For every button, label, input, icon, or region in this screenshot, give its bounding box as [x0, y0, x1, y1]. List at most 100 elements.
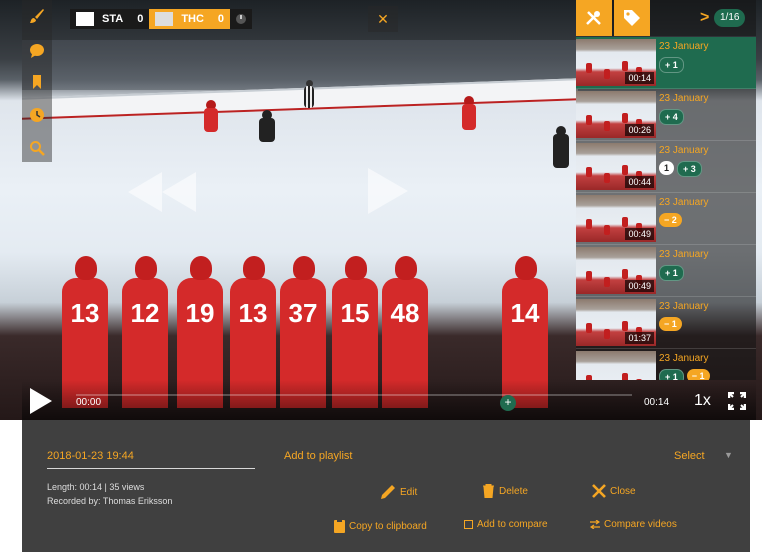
play-icon[interactable] — [30, 388, 52, 419]
clip-tags: − 2 — [659, 213, 682, 227]
clip-duration: 00:44 — [625, 176, 654, 188]
close-label: Close — [610, 485, 636, 497]
clip-item[interactable]: 00:14 23 January + 1 — [576, 37, 756, 89]
clip-info-panel: 2018-01-23 19:44 Length: 00:14 | 35 view… — [22, 420, 750, 552]
clip-thumbnail[interactable]: 00:49 — [576, 247, 656, 294]
clip-tags: 1 + 3 — [659, 161, 702, 177]
clip-date: 23 January — [659, 93, 709, 104]
close-icon — [592, 484, 606, 498]
edit-label: Edit — [400, 486, 418, 498]
delete-button[interactable]: Delete — [482, 484, 528, 498]
clip-tags: + 1− 1 — [659, 369, 710, 380]
tag-icon[interactable] — [614, 0, 650, 36]
video-player-app: 13 12 19 13 37 15 48 14 STA 0 THC 0 ✕ + … — [0, 0, 762, 552]
clips-header: > 1/16 — [576, 0, 756, 36]
event-tag: − 1 — [686, 369, 710, 380]
home-team: STA 0 — [70, 9, 150, 29]
away-team: THC 0 — [149, 9, 231, 29]
clip-date: 23 January — [659, 353, 709, 364]
speed-button[interactable]: 1x — [694, 392, 711, 410]
clock-icon[interactable] — [27, 105, 47, 125]
delete-label: Delete — [499, 485, 528, 497]
pencil-icon — [380, 484, 396, 500]
compare-label: Compare videos — [604, 519, 677, 530]
search-icon[interactable] — [27, 138, 47, 158]
clip-thumbnail[interactable]: 01:37 — [576, 299, 656, 346]
event-tag: − 1 — [659, 317, 682, 331]
close-overlay-button[interactable]: ✕ — [368, 6, 398, 32]
event-tag: + 1 — [659, 57, 684, 73]
home-score: 0 — [137, 13, 144, 25]
clip-thumbnail[interactable]: 00:26 — [576, 91, 656, 138]
seek-bar[interactable]: + — [76, 394, 632, 411]
compare-square-icon — [464, 520, 473, 529]
clip-date: 23 January — [659, 249, 709, 260]
away-abbr: THC — [181, 13, 204, 25]
clip-tags: + 1 — [659, 265, 684, 281]
clip-datetime: 2018-01-23 19:44 — [47, 450, 134, 462]
clip-duration: 01:37 — [625, 332, 654, 344]
clip-item[interactable]: 00:49 23 January + 1 — [576, 245, 756, 297]
brush-icon[interactable] — [27, 6, 47, 26]
home-abbr: STA — [102, 13, 124, 25]
video-frame[interactable]: 13 12 19 13 37 15 48 14 STA 0 THC 0 ✕ + … — [0, 0, 762, 420]
left-toolbar — [22, 0, 52, 162]
clip-date: 23 January — [659, 41, 709, 52]
clip-date: 23 January — [659, 197, 709, 208]
clip-meta: Length: 00:14 | 35 views Recorded by: Th… — [47, 480, 172, 508]
clipboard-icon — [334, 519, 345, 533]
add-marker-button[interactable]: + — [500, 395, 516, 411]
current-time: 00:00 — [76, 397, 102, 408]
bookmark-icon[interactable] — [27, 72, 47, 92]
clip-item[interactable]: 00:44 23 January 1 + 3 — [576, 141, 756, 193]
clip-tags: + 1 — [659, 57, 684, 73]
home-logo — [76, 12, 94, 26]
add-to-compare-button[interactable]: Add to compare — [464, 519, 548, 530]
compare-videos-button[interactable]: Compare videos — [590, 519, 677, 530]
clip-tags: − 1 — [659, 317, 682, 331]
swap-icon — [590, 520, 600, 529]
event-tag: + 1 — [659, 369, 684, 380]
fullscreen-icon[interactable] — [727, 391, 747, 415]
clip-thumbnail[interactable]: 00:14 — [576, 39, 656, 86]
clip-length-views: Length: 00:14 | 35 views — [47, 482, 145, 492]
event-tag: 1 — [659, 161, 675, 175]
page-indicator: 1/16 — [714, 9, 746, 27]
away-logo — [155, 12, 174, 26]
clip-tags: + 4 — [659, 109, 684, 125]
scoreboard: STA 0 THC 0 — [70, 9, 253, 29]
clip-item[interactable]: 00:26 23 January + 4 — [576, 89, 756, 141]
total-time: 00:14 — [644, 397, 670, 408]
copy-clipboard-button[interactable]: Copy to clipboard — [334, 519, 427, 533]
clip-item[interactable]: 01:37 23 January − 1 — [576, 297, 756, 349]
add-compare-label: Add to compare — [477, 519, 548, 530]
edit-button[interactable]: Edit — [380, 484, 417, 500]
clip-duration: 00:49 — [625, 280, 654, 292]
clip-item[interactable]: 23 January + 1− 1 — [576, 349, 756, 380]
forward-icon[interactable] — [368, 168, 408, 219]
clip-date: 23 January — [659, 145, 709, 156]
chevron-down-icon[interactable]: ▼ — [724, 450, 733, 460]
event-tag: + 4 — [659, 109, 684, 125]
clip-thumbnail[interactable]: 00:44 — [576, 143, 656, 190]
clip-duration: 00:49 — [625, 228, 654, 240]
chat-bubble-icon[interactable] — [27, 41, 47, 61]
close-button[interactable]: Close — [592, 484, 636, 498]
clip-item[interactable]: 00:49 23 January − 2 — [576, 193, 756, 245]
away-score: 0 — [217, 13, 225, 25]
clip-thumbnail[interactable]: 00:49 — [576, 195, 656, 242]
next-page-icon[interactable]: > — [700, 9, 709, 27]
clips-list: 00:14 23 January + 1 00:26 23 January + 4 00:4… — [576, 37, 756, 380]
add-to-playlist-link[interactable]: Add to playlist — [284, 450, 352, 462]
playback-controls: + 00:00 00:14 1x — [22, 380, 756, 420]
divider — [47, 468, 255, 469]
event-tag: − 2 — [659, 213, 682, 227]
clip-thumbnail[interactable] — [576, 351, 656, 380]
trash-icon — [482, 484, 495, 498]
tools-icon[interactable] — [576, 0, 612, 36]
select-dropdown[interactable]: Select — [674, 450, 705, 462]
event-tag: + 3 — [677, 161, 702, 177]
clip-duration: 00:26 — [625, 124, 654, 136]
rewind-icon[interactable] — [128, 172, 198, 217]
clip-duration: 00:14 — [625, 72, 654, 84]
